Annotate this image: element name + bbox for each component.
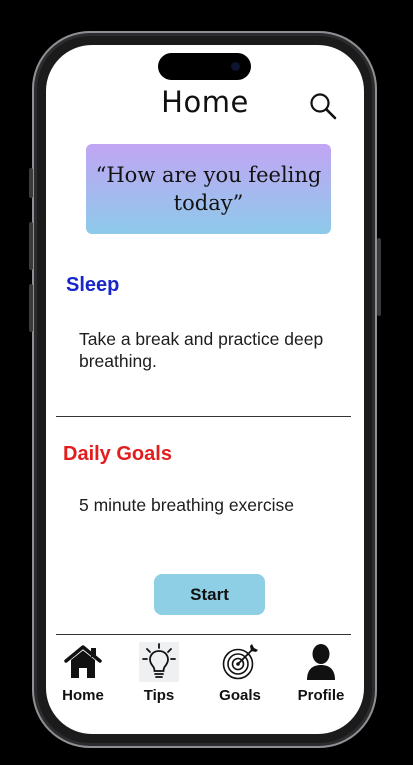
search-icon[interactable] — [308, 91, 338, 121]
daily-goal-text: 5 minute breathing exercise — [79, 495, 294, 515]
sleep-tip-text: Take a break and practice deep breathing… — [79, 329, 324, 371]
sleep-heading: Sleep — [66, 274, 120, 296]
nav-item-home[interactable]: Home — [48, 642, 118, 704]
power-button — [377, 238, 381, 316]
home-icon — [63, 642, 103, 682]
lightbulb-icon — [139, 642, 179, 682]
nav-item-goals[interactable]: Goals — [205, 642, 275, 704]
volume-down-button — [29, 284, 33, 332]
dynamic-island — [158, 53, 251, 80]
nav-divider — [56, 634, 351, 635]
nav-label-profile: Profile — [297, 687, 345, 704]
mood-prompt-card[interactable]: “How are you feeling today” — [86, 144, 331, 234]
target-icon — [220, 642, 260, 682]
nav-item-tips[interactable]: Tips — [124, 642, 194, 704]
camera-icon — [231, 62, 240, 71]
nav-label-goals: Goals — [219, 687, 261, 704]
nav-label-tips: Tips — [143, 687, 175, 704]
mood-prompt-text: “How are you feeling today” — [95, 163, 322, 215]
volume-up-button — [29, 222, 33, 270]
daily-goals-heading: Daily Goals — [63, 443, 172, 465]
start-button[interactable]: Start — [154, 574, 265, 615]
nav-item-profile[interactable]: Profile — [286, 642, 356, 704]
section-divider — [56, 416, 351, 417]
nav-label-home: Home — [62, 687, 104, 704]
user-icon — [301, 642, 341, 682]
app-screen: Home “How are you feeling today” Sleep T… — [46, 45, 364, 734]
action-button — [29, 168, 33, 198]
